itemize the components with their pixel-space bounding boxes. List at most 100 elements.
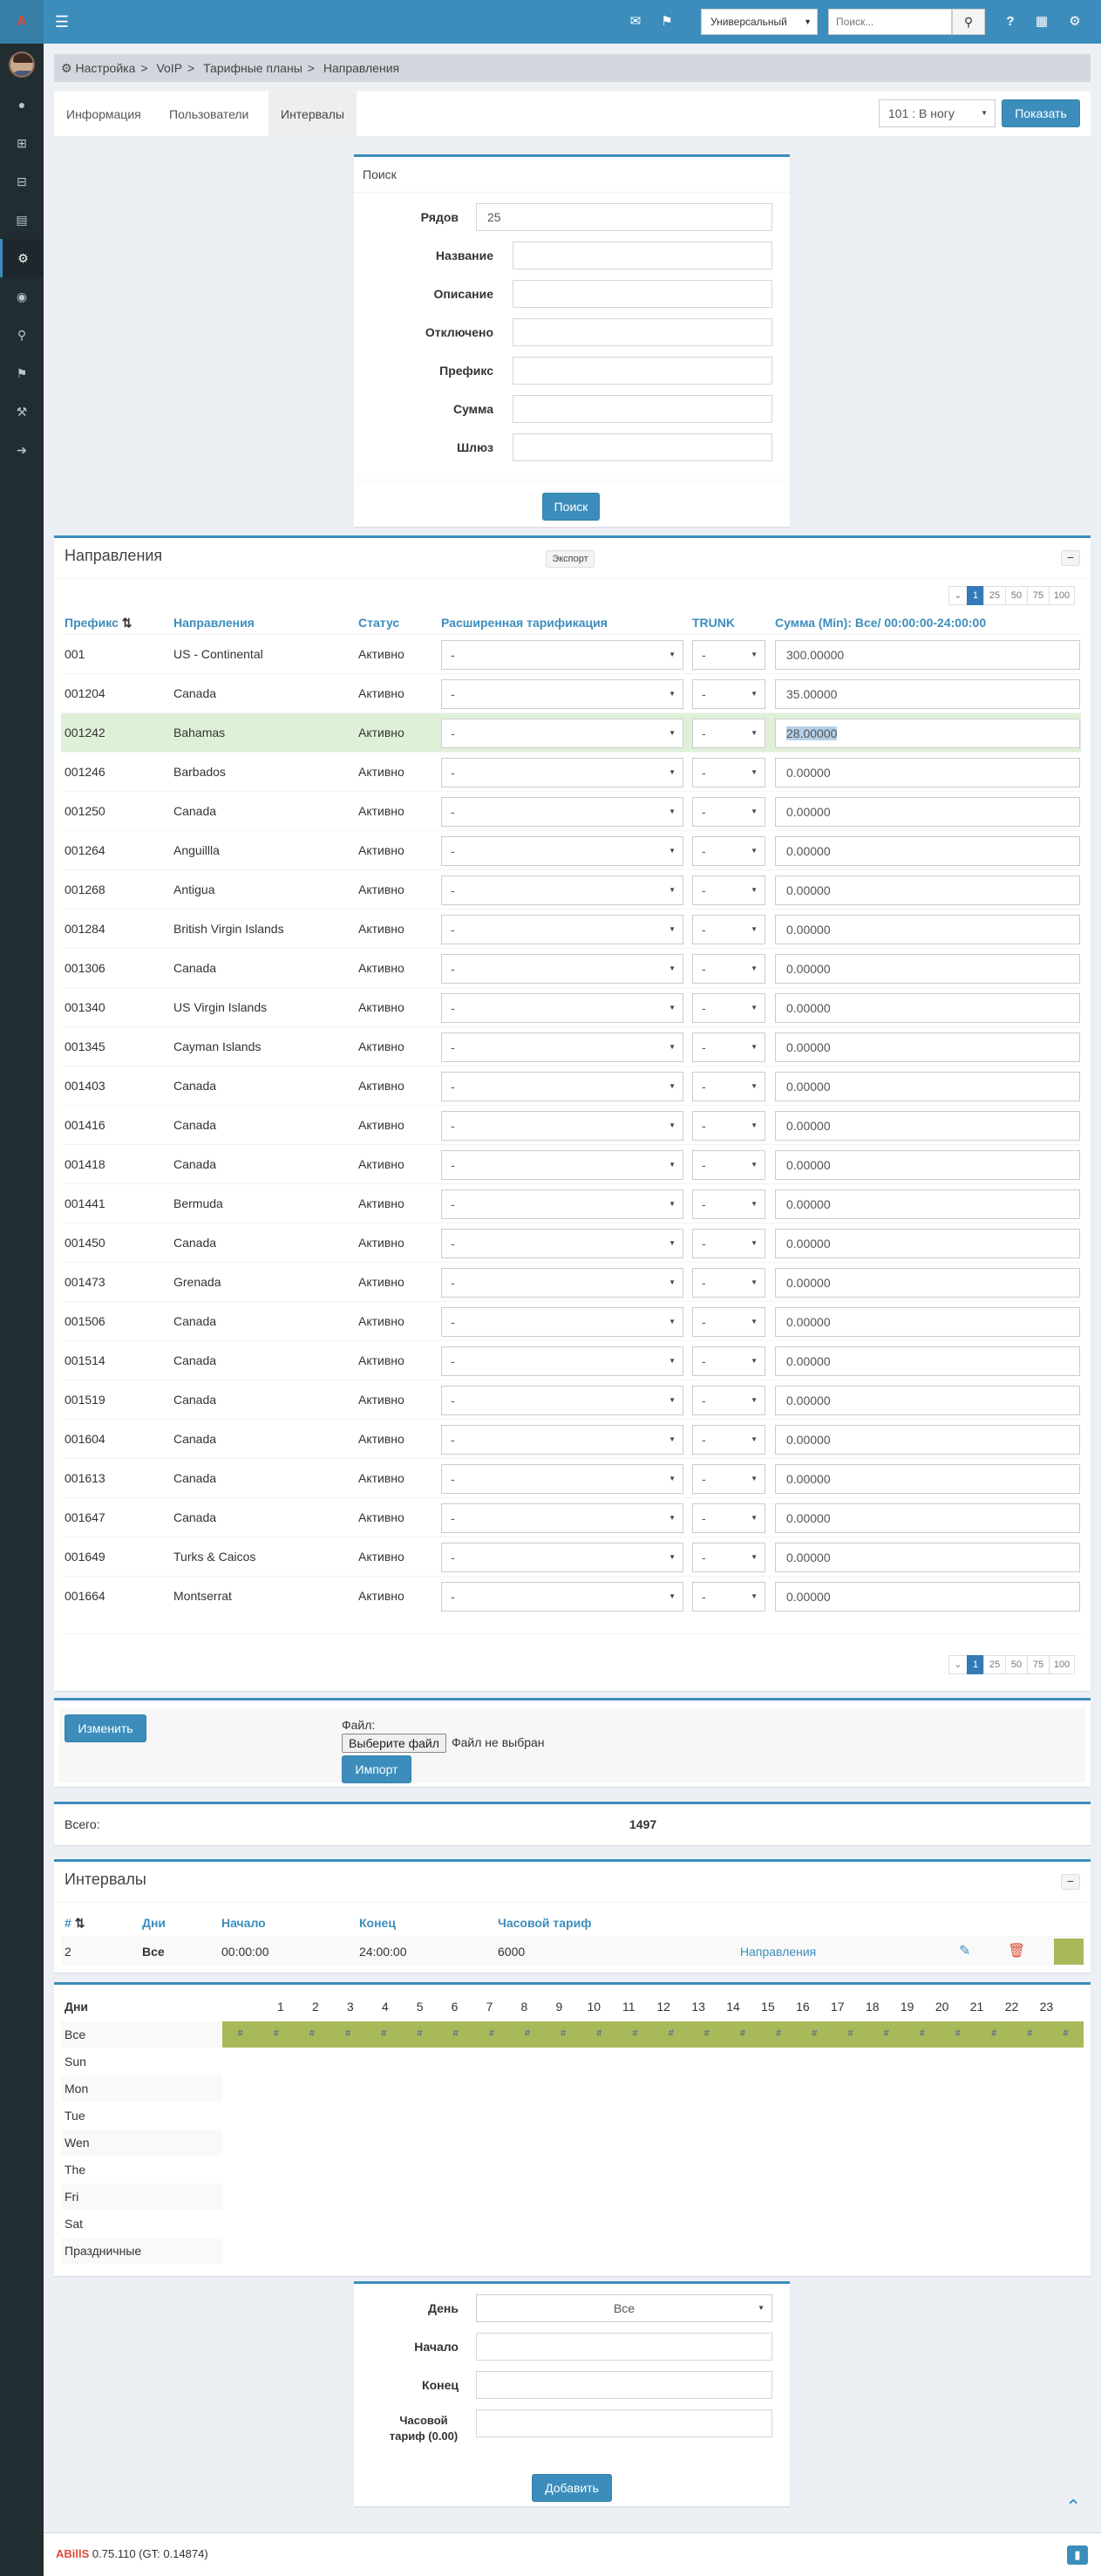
trunk-select[interactable]: - ▼	[692, 876, 765, 905]
search-mode-select[interactable]: Универсальный ▼	[701, 9, 818, 35]
hour-cell-mark[interactable]: #	[489, 2028, 494, 2039]
description-input[interactable]	[513, 280, 772, 308]
column-num[interactable]: # ⇅	[65, 1916, 85, 1931]
page-size-option[interactable]: 25	[983, 1655, 1006, 1674]
column-status[interactable]: Статус	[358, 616, 399, 630]
sum-input[interactable]: 0.00000	[775, 1543, 1080, 1572]
hour-cell-mark[interactable]: #	[740, 2028, 745, 2039]
column-direction[interactable]: Направления	[173, 616, 255, 630]
sum-input[interactable]	[513, 395, 772, 423]
change-button[interactable]: Изменить	[65, 1714, 146, 1742]
gateway-input[interactable]	[513, 433, 772, 461]
breadcrumb-item[interactable]: Настройка	[75, 61, 135, 75]
search-button[interactable]: ⚲	[952, 9, 985, 35]
search-button[interactable]: Поиск	[542, 493, 600, 521]
hour-cell-mark[interactable]: #	[920, 2028, 925, 2039]
hour-cell-mark[interactable]: #	[561, 2028, 566, 2039]
menu-icon[interactable]: ☰	[51, 10, 73, 33]
trunk-select[interactable]: - ▼	[692, 1032, 765, 1062]
hour-cell-mark[interactable]: #	[309, 2028, 315, 2039]
sum-input[interactable]: 0.00000	[775, 1346, 1080, 1376]
breadcrumb-item[interactable]: Тарифные планы	[203, 61, 302, 75]
minus-square-icon[interactable]: ⊟	[0, 162, 44, 201]
sum-input[interactable]: 0.00000	[775, 915, 1080, 944]
hour-cell-mark[interactable]: #	[525, 2028, 530, 2039]
extended-tariff-select[interactable]: - ▼	[441, 1268, 683, 1298]
trunk-select[interactable]: - ▼	[692, 1150, 765, 1180]
export-button[interactable]: Экспорт	[546, 550, 595, 568]
trunk-select[interactable]: - ▼	[692, 1543, 765, 1572]
disabled-input[interactable]	[513, 318, 772, 346]
extended-tariff-select[interactable]: - ▼	[441, 797, 683, 827]
routes-link[interactable]: Направления	[740, 1945, 816, 1959]
trunk-select[interactable]: - ▼	[692, 1229, 765, 1258]
flag-icon[interactable]: ⚑	[656, 10, 678, 33]
sum-input[interactable]: 0.00000	[775, 1072, 1080, 1101]
extended-tariff-select[interactable]: - ▼	[441, 915, 683, 944]
extended-tariff-select[interactable]: - ▼	[441, 1464, 683, 1494]
scroll-top-icon[interactable]: ⌃	[1065, 2496, 1081, 2518]
column-trunk[interactable]: TRUNK	[692, 616, 735, 630]
trunk-select[interactable]: - ▼	[692, 1346, 765, 1376]
extended-tariff-select[interactable]: - ▼	[441, 1503, 683, 1533]
sum-input[interactable]: 0.00000	[775, 1111, 1080, 1141]
extended-tariff-select[interactable]: - ▼	[441, 954, 683, 984]
tab-intervals[interactable]: Интервалы	[268, 92, 357, 137]
column-sum[interactable]: Сумма (Min): Все/ 00:00:00-24:00:00	[775, 616, 986, 630]
trunk-select[interactable]: - ▼	[692, 1111, 765, 1141]
trunk-select[interactable]: - ▼	[692, 1464, 765, 1494]
avatar[interactable]	[9, 51, 35, 78]
hour-cell-mark[interactable]: #	[704, 2028, 710, 2039]
chevron-down-icon[interactable]: ⌄	[948, 586, 968, 605]
column-prefix[interactable]: Префикс ⇅	[65, 616, 133, 630]
page-size-option[interactable]: 75	[1027, 586, 1050, 605]
sum-input[interactable]: 0.00000	[775, 1386, 1080, 1415]
hour-cell-mark[interactable]: #	[884, 2028, 889, 2039]
hour-cell-mark[interactable]: #	[596, 2028, 601, 2039]
extended-tariff-select[interactable]: - ▼	[441, 1229, 683, 1258]
hour-cell-mark[interactable]: #	[274, 2028, 279, 2039]
hour-cell-mark[interactable]: #	[632, 2028, 637, 2039]
trunk-select[interactable]: - ▼	[692, 1503, 765, 1533]
hour-cell-mark[interactable]: #	[991, 2028, 996, 2039]
page-size-option[interactable]: 50	[1005, 586, 1028, 605]
eye-icon[interactable]: ◉	[0, 277, 44, 316]
collapse-button[interactable]: −	[1061, 1874, 1080, 1890]
breadcrumb-item[interactable]: Направления	[323, 61, 399, 75]
table-icon[interactable]: ▦	[1030, 10, 1053, 33]
trunk-select[interactable]: - ▼	[692, 836, 765, 866]
rate-input[interactable]	[476, 2409, 772, 2437]
hour-cell-mark[interactable]: #	[381, 2028, 386, 2039]
trunk-select[interactable]: - ▼	[692, 954, 765, 984]
column-end[interactable]: Конец	[359, 1916, 396, 1930]
trunk-select[interactable]: - ▼	[692, 1307, 765, 1337]
sum-input[interactable]: 0.00000	[775, 876, 1080, 905]
tab-users[interactable]: Пользователи	[157, 92, 261, 137]
day-select[interactable]: Все ▼	[476, 2294, 772, 2322]
page-size-option[interactable]: 100	[1049, 586, 1075, 605]
edit-icon[interactable]: ✎	[959, 1942, 970, 1959]
logout-icon[interactable]: ➔	[0, 431, 44, 469]
gears-icon[interactable]: ⚙	[1064, 10, 1086, 33]
sum-input[interactable]: 0.00000	[775, 797, 1080, 827]
trunk-select[interactable]: - ▼	[692, 1268, 765, 1298]
add-button[interactable]: Добавить	[532, 2474, 612, 2502]
hour-cell-mark[interactable]: #	[812, 2028, 817, 2039]
extended-tariff-select[interactable]: - ▼	[441, 679, 683, 709]
hour-cell-mark[interactable]: #	[453, 2028, 459, 2039]
page-size-option[interactable]: 50	[1005, 1655, 1028, 1674]
extended-tariff-select[interactable]: - ▼	[441, 993, 683, 1023]
name-input[interactable]	[513, 242, 772, 269]
question-icon[interactable]: ?	[999, 10, 1022, 33]
trunk-select[interactable]: - ▼	[692, 915, 765, 944]
sum-input[interactable]: 300.00000	[775, 640, 1080, 670]
sum-input[interactable]: 0.00000	[775, 1150, 1080, 1180]
trunk-select[interactable]: - ▼	[692, 1072, 765, 1101]
column-start[interactable]: Начало	[221, 1916, 266, 1930]
chevron-down-icon[interactable]: ⌄	[948, 1655, 968, 1674]
trunk-select[interactable]: - ▼	[692, 1425, 765, 1455]
page-size-option[interactable]: 100	[1049, 1655, 1075, 1674]
extended-tariff-select[interactable]: - ▼	[441, 1543, 683, 1572]
sum-input[interactable]: 28.00000	[775, 719, 1080, 748]
breadcrumb-item[interactable]: VoIP	[156, 61, 182, 75]
